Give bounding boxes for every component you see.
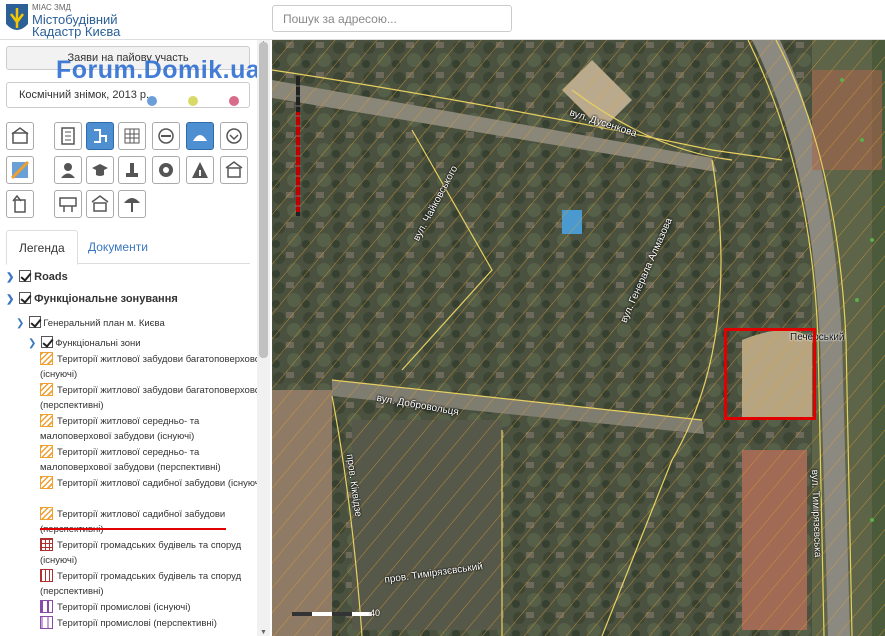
legend-label: Території житлової забудови багатоповерх…	[40, 385, 263, 411]
legend-item: Території житлової садибної забудови (пе…	[40, 507, 268, 537]
tree-label-functional-zones: Функціональні зони	[55, 338, 141, 349]
building-arrow-icon[interactable]	[6, 190, 34, 218]
people-icon[interactable]	[54, 156, 82, 184]
legend-item: Території житлової забудови багатоповерх…	[40, 352, 268, 382]
legend-item: Території житлової садибної забудови (іс…	[40, 476, 268, 491]
layers-icon[interactable]	[186, 122, 214, 150]
basemap-select[interactable]: Космічний знімок, 2013 р.	[6, 82, 250, 108]
tree-item-general-plan[interactable]: ❯ Генеральний план м. Києва	[16, 316, 165, 329]
scroll-down-icon[interactable]: ▼	[260, 629, 267, 636]
basemap-dot-yellow[interactable]	[187, 96, 198, 106]
app-title[interactable]: МІАС ЗМД Містобудівний Кадастр Києва	[32, 2, 120, 38]
zoom-slider[interactable]	[294, 76, 302, 216]
roads-checkbox[interactable]	[19, 270, 32, 282]
kyiv-logo-icon[interactable]	[4, 2, 30, 36]
shop-icon[interactable]	[220, 156, 248, 184]
basemap-opacity-dots	[119, 91, 239, 115]
legend-item: Території промислові (існуючі)	[40, 600, 268, 615]
chevron-down-icon[interactable]: ❯	[16, 318, 26, 329]
network-icon[interactable]	[86, 122, 114, 150]
legend-swatch	[40, 445, 53, 458]
legend-label: Території промислові (перспективні)	[57, 618, 217, 629]
tree-label-roads: Roads	[34, 271, 68, 283]
basemap-dot-pink[interactable]	[229, 96, 239, 106]
basemap-dot-blue[interactable]	[146, 96, 157, 106]
legend-label: Території громадських будівель та споруд…	[40, 571, 242, 597]
legend-swatch	[40, 476, 53, 489]
legend-item: Території громадських будівель та споруд…	[40, 538, 268, 568]
chevron-circle-icon[interactable]	[220, 122, 248, 150]
app-title-line2: Кадастр Києва	[32, 24, 121, 39]
triangle-road-icon[interactable]	[186, 156, 214, 184]
legend-swatch	[40, 352, 53, 365]
legend-item: Території громадських будівель та споруд…	[40, 569, 268, 599]
kiosk-umbrella-icon[interactable]	[118, 190, 146, 218]
building-icon[interactable]	[6, 122, 34, 150]
tab-legend[interactable]: Легенда	[6, 230, 78, 265]
sidebar-tabs: Легенда Документи	[6, 230, 250, 265]
chevron-right-icon[interactable]: ❯	[6, 272, 16, 283]
sidebar-scrollbar[interactable]: ▲ ▼	[257, 40, 270, 636]
highlight-underline	[40, 528, 226, 530]
billboard-icon[interactable]	[54, 190, 82, 218]
legend-label: Території житлової садибної забудови (пе…	[40, 509, 226, 535]
legend-item: Території житлової забудови багатоповерх…	[40, 383, 268, 413]
legend-item: Території житлової середньо- та малопове…	[40, 445, 268, 475]
legend-label: Території житлової забудови багатоповерх…	[40, 354, 263, 380]
watermark: Forum.Domik.ua	[56, 56, 261, 84]
legend-label: Території громадських будівель та споруд…	[40, 540, 242, 566]
map-pin-icon[interactable]	[6, 156, 34, 184]
chevron-down-icon[interactable]: ❯	[28, 338, 38, 349]
sidebar: Заяви на пайову участь Космічний знімок,…	[0, 40, 270, 636]
scroll-thumb[interactable]	[259, 42, 268, 358]
legend-swatch	[40, 569, 53, 582]
market-icon[interactable]	[86, 190, 114, 218]
legend-label: Території житлової середньо- та малопове…	[40, 447, 221, 473]
tree-label-zoning: Функціональне зонування	[34, 293, 178, 305]
scale-label: 40	[370, 608, 381, 618]
no-entry-icon[interactable]	[152, 122, 180, 150]
shield-badge-icon[interactable]	[152, 156, 180, 184]
address-search-input[interactable]	[272, 5, 512, 32]
legend-swatch	[40, 383, 53, 396]
legend-swatch	[40, 600, 53, 613]
legend-swatch	[40, 538, 53, 551]
tree-label-general-plan: Генеральний план м. Києва	[43, 318, 165, 329]
scale-bar	[292, 612, 372, 616]
general-plan-checkbox[interactable]	[28, 316, 41, 328]
zoning-checkbox[interactable]	[19, 292, 32, 304]
legend-label: Території промислові (існуючі)	[57, 602, 191, 613]
legend-label: Території житлової середньо- та малопове…	[40, 416, 200, 442]
grid-pattern-icon[interactable]	[118, 122, 146, 150]
tree-item-zoning[interactable]: ❯ Функціональне зонування	[6, 292, 178, 305]
selection-highlight-box	[724, 328, 816, 420]
legend-swatch	[40, 414, 53, 427]
tree-item-roads[interactable]: ❯ Roads	[6, 270, 68, 283]
tree-item-functional-zones[interactable]: ❯ Функціональні зони	[28, 336, 141, 349]
monument-icon[interactable]	[118, 156, 146, 184]
functional-zones-checkbox[interactable]	[40, 336, 53, 348]
legend-item: Території промислові (перспективні)	[40, 616, 268, 631]
header: МІАС ЗМД Містобудівний Кадастр Києва	[0, 0, 885, 40]
legend-label: Території житлової садибної забудови (іс…	[57, 478, 266, 489]
tab-documents[interactable]: Документи	[76, 230, 160, 265]
map-canvas[interactable]: вул. Дусенкова вул. Чайковського вул. Ге…	[272, 40, 885, 636]
legend-swatch	[40, 616, 53, 629]
document-grid-icon[interactable]	[54, 122, 82, 150]
legend-swatch	[40, 507, 53, 520]
chevron-down-icon[interactable]: ❯	[6, 294, 16, 305]
school-hat-icon[interactable]	[86, 156, 114, 184]
legend-item: Території житлової середньо- та малопове…	[40, 414, 268, 444]
